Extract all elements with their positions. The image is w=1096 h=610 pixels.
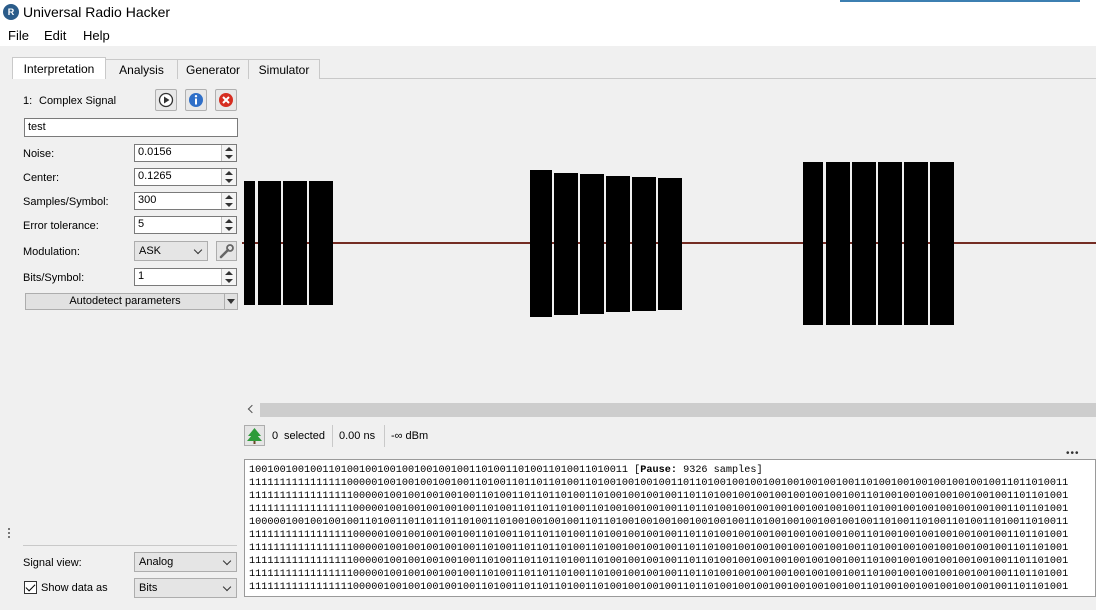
selection-duration: 0.00 ns: [339, 430, 376, 442]
tab-interpretation[interactable]: Interpretation: [12, 57, 106, 79]
modulation-settings-button[interactable]: [216, 241, 237, 261]
menu-file[interactable]: File: [8, 28, 29, 43]
noise-spinbox[interactable]: 0.0156: [134, 144, 237, 162]
menu-bar: File Edit Help: [0, 24, 1096, 46]
modulation-select[interactable]: ASK: [134, 241, 208, 261]
protocol-line: 1111111111111111100000100100100100100110…: [249, 569, 1069, 580]
samples-per-symbol-label: Samples/Symbol:: [23, 196, 109, 208]
autodetect-button[interactable]: Autodetect parameters: [25, 293, 225, 310]
show-protocol-button[interactable]: [244, 425, 265, 446]
signal-view-value: Analog: [139, 556, 174, 568]
selection-status-bar: 0 selected 0.00 ns -∞ dBm: [244, 423, 1096, 449]
protocol-line: 1001001001001101001001001001001001001101…: [249, 465, 763, 476]
spin-arrows-icon[interactable]: [221, 269, 236, 285]
signal-view-label: Signal view:: [23, 557, 82, 569]
show-data-as-select[interactable]: Bits: [134, 578, 237, 598]
more-options-icon[interactable]: •••: [1066, 448, 1080, 459]
chevron-down-icon: [222, 556, 232, 566]
tab-analysis[interactable]: Analysis: [105, 59, 178, 79]
protocol-text-view[interactable]: 1001001001001101001001001001001001001101…: [244, 459, 1096, 597]
play-button[interactable]: [155, 89, 177, 111]
signal-horizontal-scrollbar[interactable]: [244, 402, 1096, 418]
error-tolerance-label: Error tolerance:: [23, 220, 99, 232]
protocol-line: 1111111111111111100000100100100100100110…: [249, 556, 1069, 567]
signal-view[interactable]: [242, 86, 1096, 401]
menu-help[interactable]: Help: [83, 28, 110, 43]
show-data-as-value: Bits: [139, 582, 158, 594]
selected-label: selected: [284, 430, 325, 442]
menu-edit[interactable]: Edit: [44, 28, 66, 43]
bits-per-symbol-label: Bits/Symbol:: [23, 272, 85, 284]
autodetect-dropdown-button[interactable]: [224, 293, 238, 310]
center-spinbox[interactable]: 0.1265: [134, 168, 237, 186]
show-data-as-checkbox[interactable]: [24, 581, 37, 594]
signal-name-input[interactable]: test: [24, 118, 238, 137]
divider: [23, 545, 237, 546]
pause-label: Pause:: [640, 465, 677, 476]
title-bar: R Universal Radio Hacker: [0, 0, 1096, 24]
tab-generator[interactable]: Generator: [177, 59, 249, 79]
noise-label: Noise:: [23, 148, 55, 160]
protocol-line: 1111111111111111100000100100100100100110…: [249, 491, 1069, 502]
selection-power: -∞ dBm: [391, 430, 429, 442]
spin-arrows-icon[interactable]: [221, 169, 236, 185]
error-tolerance-spinbox[interactable]: 5: [134, 216, 237, 234]
tree-icon: [247, 428, 262, 444]
center-value: 0.1265: [138, 170, 172, 182]
protocol-line: 1111111111111111100000100100100100100110…: [249, 530, 1069, 541]
signal-index: 1:: [23, 95, 33, 107]
protocol-line: 1111111111111111100000100100100100100110…: [249, 582, 1069, 593]
scrollbar-thumb[interactable]: [260, 403, 1096, 417]
noise-value: 0.0156: [138, 146, 172, 158]
info-button[interactable]: [185, 89, 207, 111]
close-icon: [219, 93, 233, 107]
chevron-down-icon: [193, 245, 203, 255]
spin-arrows-icon[interactable]: [221, 145, 236, 161]
spin-arrows-icon[interactable]: [221, 193, 236, 209]
wrench-icon: [219, 244, 234, 259]
signal-waveform[interactable]: [242, 86, 1096, 401]
chevron-down-icon: [222, 582, 232, 592]
bits-per-symbol-spinbox[interactable]: 1: [134, 268, 237, 286]
spin-arrows-icon[interactable]: [221, 217, 236, 233]
protocol-line: 1111111111111111100000100100100100100110…: [249, 543, 1069, 554]
status-separator: [332, 425, 333, 447]
bits-per-symbol-value: 1: [138, 270, 145, 282]
play-icon: [158, 92, 174, 108]
selected-count: 0: [272, 430, 279, 442]
window-title: Universal Radio Hacker: [23, 4, 171, 20]
close-signal-button[interactable]: [215, 89, 237, 111]
samples-per-symbol-spinbox[interactable]: 300: [134, 192, 237, 210]
center-label: Center:: [23, 172, 60, 184]
chevron-left-icon[interactable]: [247, 404, 257, 414]
pause-value: 9326 samples: [683, 465, 757, 476]
info-icon: [189, 93, 203, 107]
protocol-line: 1111111111111111000001001001001001001101…: [249, 478, 1069, 489]
show-data-as-label: Show data as: [41, 582, 108, 594]
status-separator: [384, 425, 385, 447]
tab-simulator[interactable]: Simulator: [248, 59, 320, 79]
samples-per-symbol-value: 300: [138, 194, 157, 206]
signal-name-label: Complex Signal: [39, 95, 117, 107]
title-accent-bar: [840, 0, 1080, 2]
protocol-line: 1111111111111111100000100100100100100110…: [249, 504, 1069, 515]
app-logo-icon: R: [3, 4, 19, 20]
splitter-handle[interactable]: [8, 528, 11, 540]
error-tolerance-value: 5: [138, 218, 145, 230]
protocol-line: 1000001001001001001101001101101101101001…: [249, 517, 1069, 528]
modulation-label: Modulation:: [23, 246, 80, 258]
modulation-value: ASK: [139, 245, 162, 257]
first-line-bits: 1001001001001101001001001001001001001101…: [249, 465, 629, 476]
signal-view-select[interactable]: Analog: [134, 552, 237, 572]
